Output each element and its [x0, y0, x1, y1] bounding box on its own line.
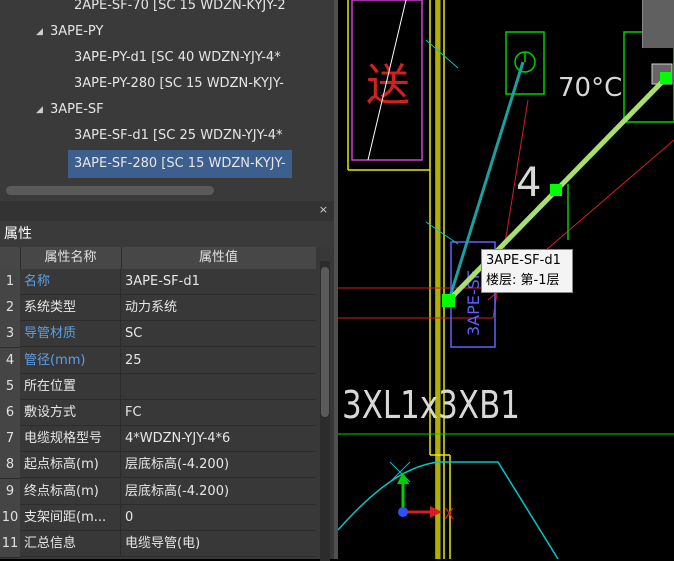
- conduit-grip: [660, 72, 672, 84]
- property-row[interactable]: 5 所在位置: [0, 373, 316, 401]
- system-tree: 2APE-SF-70 [SC 15 WDZN-KYJY-2 ◢ 3APE-PY 3AP…: [0, 0, 334, 200]
- conduit-grip: [442, 294, 455, 307]
- row-number: 8: [0, 452, 20, 480]
- property-value[interactable]: 电缆导管(电): [121, 531, 316, 557]
- properties-grid: 属性名称 属性值 1 名称 3APE-SF-d1 2 系统类型 动力系统 3 导管材质 SC 4 管…: [0, 247, 334, 561]
- properties-title: 属性: [0, 222, 334, 246]
- property-value[interactable]: 25: [121, 348, 316, 374]
- cyan-tick: [425, 221, 459, 245]
- conduit-grip: [550, 184, 562, 196]
- row-number: 7: [0, 426, 20, 454]
- hover-tooltip: 3APE-SF-d1 楼层: 第-1层: [481, 249, 573, 293]
- tree-item-label: 3APE-PY: [50, 24, 104, 39]
- canvas-text-song: 送: [366, 60, 410, 111]
- property-name: 所在位置: [20, 373, 121, 400]
- property-value[interactable]: [121, 374, 316, 400]
- canvas-text-temp: 70°C: [558, 73, 622, 103]
- property-name: 电缆规格型号: [20, 426, 121, 453]
- header-property-name[interactable]: 属性名称: [20, 247, 122, 269]
- property-value[interactable]: 4*WDZN-YJY-4*6: [121, 426, 316, 453]
- viewcube-button[interactable]: [642, 0, 674, 48]
- property-value[interactable]: 动力系统: [121, 295, 316, 322]
- collapse-arrow-icon[interactable]: ◢: [36, 20, 43, 44]
- close-icon[interactable]: ×: [319, 203, 328, 216]
- property-value[interactable]: SC: [121, 321, 316, 348]
- property-name: 支架间距(m...: [20, 504, 121, 531]
- property-row[interactable]: 3 导管材质 SC: [0, 321, 316, 349]
- tooltip-line-name: 3APE-SF-d1: [486, 253, 561, 268]
- tree-item-label: 3APE-PY-280 [SC 15 WDZN-KYJY-: [74, 76, 284, 91]
- property-name: 导管材质: [20, 321, 121, 348]
- property-row[interactable]: 10 支架间距(m... 0: [0, 504, 316, 532]
- tree-item-label: 3APE-PY-d1 [SC 40 WDZN-YJY-4*: [74, 50, 281, 65]
- cyan-tick: [425, 39, 459, 69]
- canvas-text-3xl: 3XL1x3XB1: [342, 383, 520, 427]
- row-number: 2: [0, 295, 20, 323]
- row-number: 4: [0, 347, 20, 375]
- row-number: 3: [0, 321, 20, 349]
- property-value[interactable]: 0: [121, 505, 316, 531]
- tree-item-label: 3APE-SF: [50, 102, 104, 117]
- header-property-value[interactable]: 属性值: [121, 247, 316, 269]
- row-number: 10: [0, 504, 20, 532]
- property-value[interactable]: 3APE-SF-d1: [121, 269, 316, 295]
- property-value[interactable]: 层底标高(-4.200): [121, 479, 316, 505]
- row-number: 5: [0, 373, 20, 401]
- property-name: 系统类型: [20, 295, 121, 322]
- project-panel: 2APE-SF-70 [SC 15 WDZN-KYJY-2 ◢ 3APE-PY 3AP…: [0, 0, 338, 561]
- property-name: 敷设方式: [20, 400, 121, 426]
- tree-item-label: 3APE-SF-d1 [SC 25 WDZN-YJY-4*: [74, 128, 283, 143]
- properties-scrollbar-thumb[interactable]: [321, 267, 329, 417]
- row-number: 1: [0, 269, 20, 296]
- ucs-x-label: X: [444, 505, 454, 523]
- property-row[interactable]: 4 管径(mm) 25: [0, 347, 316, 375]
- green-device-box: [505, 31, 545, 95]
- property-name: 名称: [20, 269, 121, 295]
- panel-splitter[interactable]: [0, 201, 334, 221]
- property-row[interactable]: 9 终点标高(m) 层底标高(-4.200): [0, 478, 316, 506]
- property-name: 终点标高(m): [20, 478, 121, 505]
- property-value[interactable]: FC: [121, 400, 316, 426]
- property-row[interactable]: 11 汇总信息 电缆导管(电): [0, 531, 316, 558]
- tree-scrollbar-horizontal[interactable]: [6, 186, 214, 195]
- ucs-origin: [398, 507, 408, 517]
- tree-item-label: 3APE-SF-280 [SC 15 WDZN-KYJY-: [68, 150, 292, 178]
- property-row[interactable]: 7 电缆规格型号 4*WDZN-YJY-4*6: [0, 426, 316, 454]
- property-name: 汇总信息: [20, 531, 121, 557]
- row-number: 6: [0, 400, 20, 427]
- tree-item-label: 2APE-SF-70 [SC 15 WDZN-KYJY-2: [74, 0, 286, 13]
- canvas-text-four: 4: [516, 160, 541, 206]
- collapse-arrow-icon[interactable]: ◢: [36, 98, 43, 122]
- property-value[interactable]: 层底标高(-4.200): [121, 452, 316, 479]
- tooltip-line-floor: 楼层: 第-1层: [486, 273, 560, 288]
- property-row[interactable]: 2 系统类型 动力系统: [0, 295, 316, 323]
- property-name: 起点标高(m): [20, 452, 121, 479]
- properties-header: 属性名称 属性值: [0, 247, 316, 269]
- property-row[interactable]: 8 起点标高(m) 层底标高(-4.200): [0, 452, 316, 480]
- property-row[interactable]: 6 敷设方式 FC: [0, 400, 316, 427]
- header-num-cell: [0, 247, 21, 269]
- property-row[interactable]: 1 名称 3APE-SF-d1: [0, 269, 316, 296]
- row-number: 9: [0, 478, 20, 506]
- row-number: 11: [0, 531, 20, 558]
- property-name: 管径(mm): [20, 347, 121, 374]
